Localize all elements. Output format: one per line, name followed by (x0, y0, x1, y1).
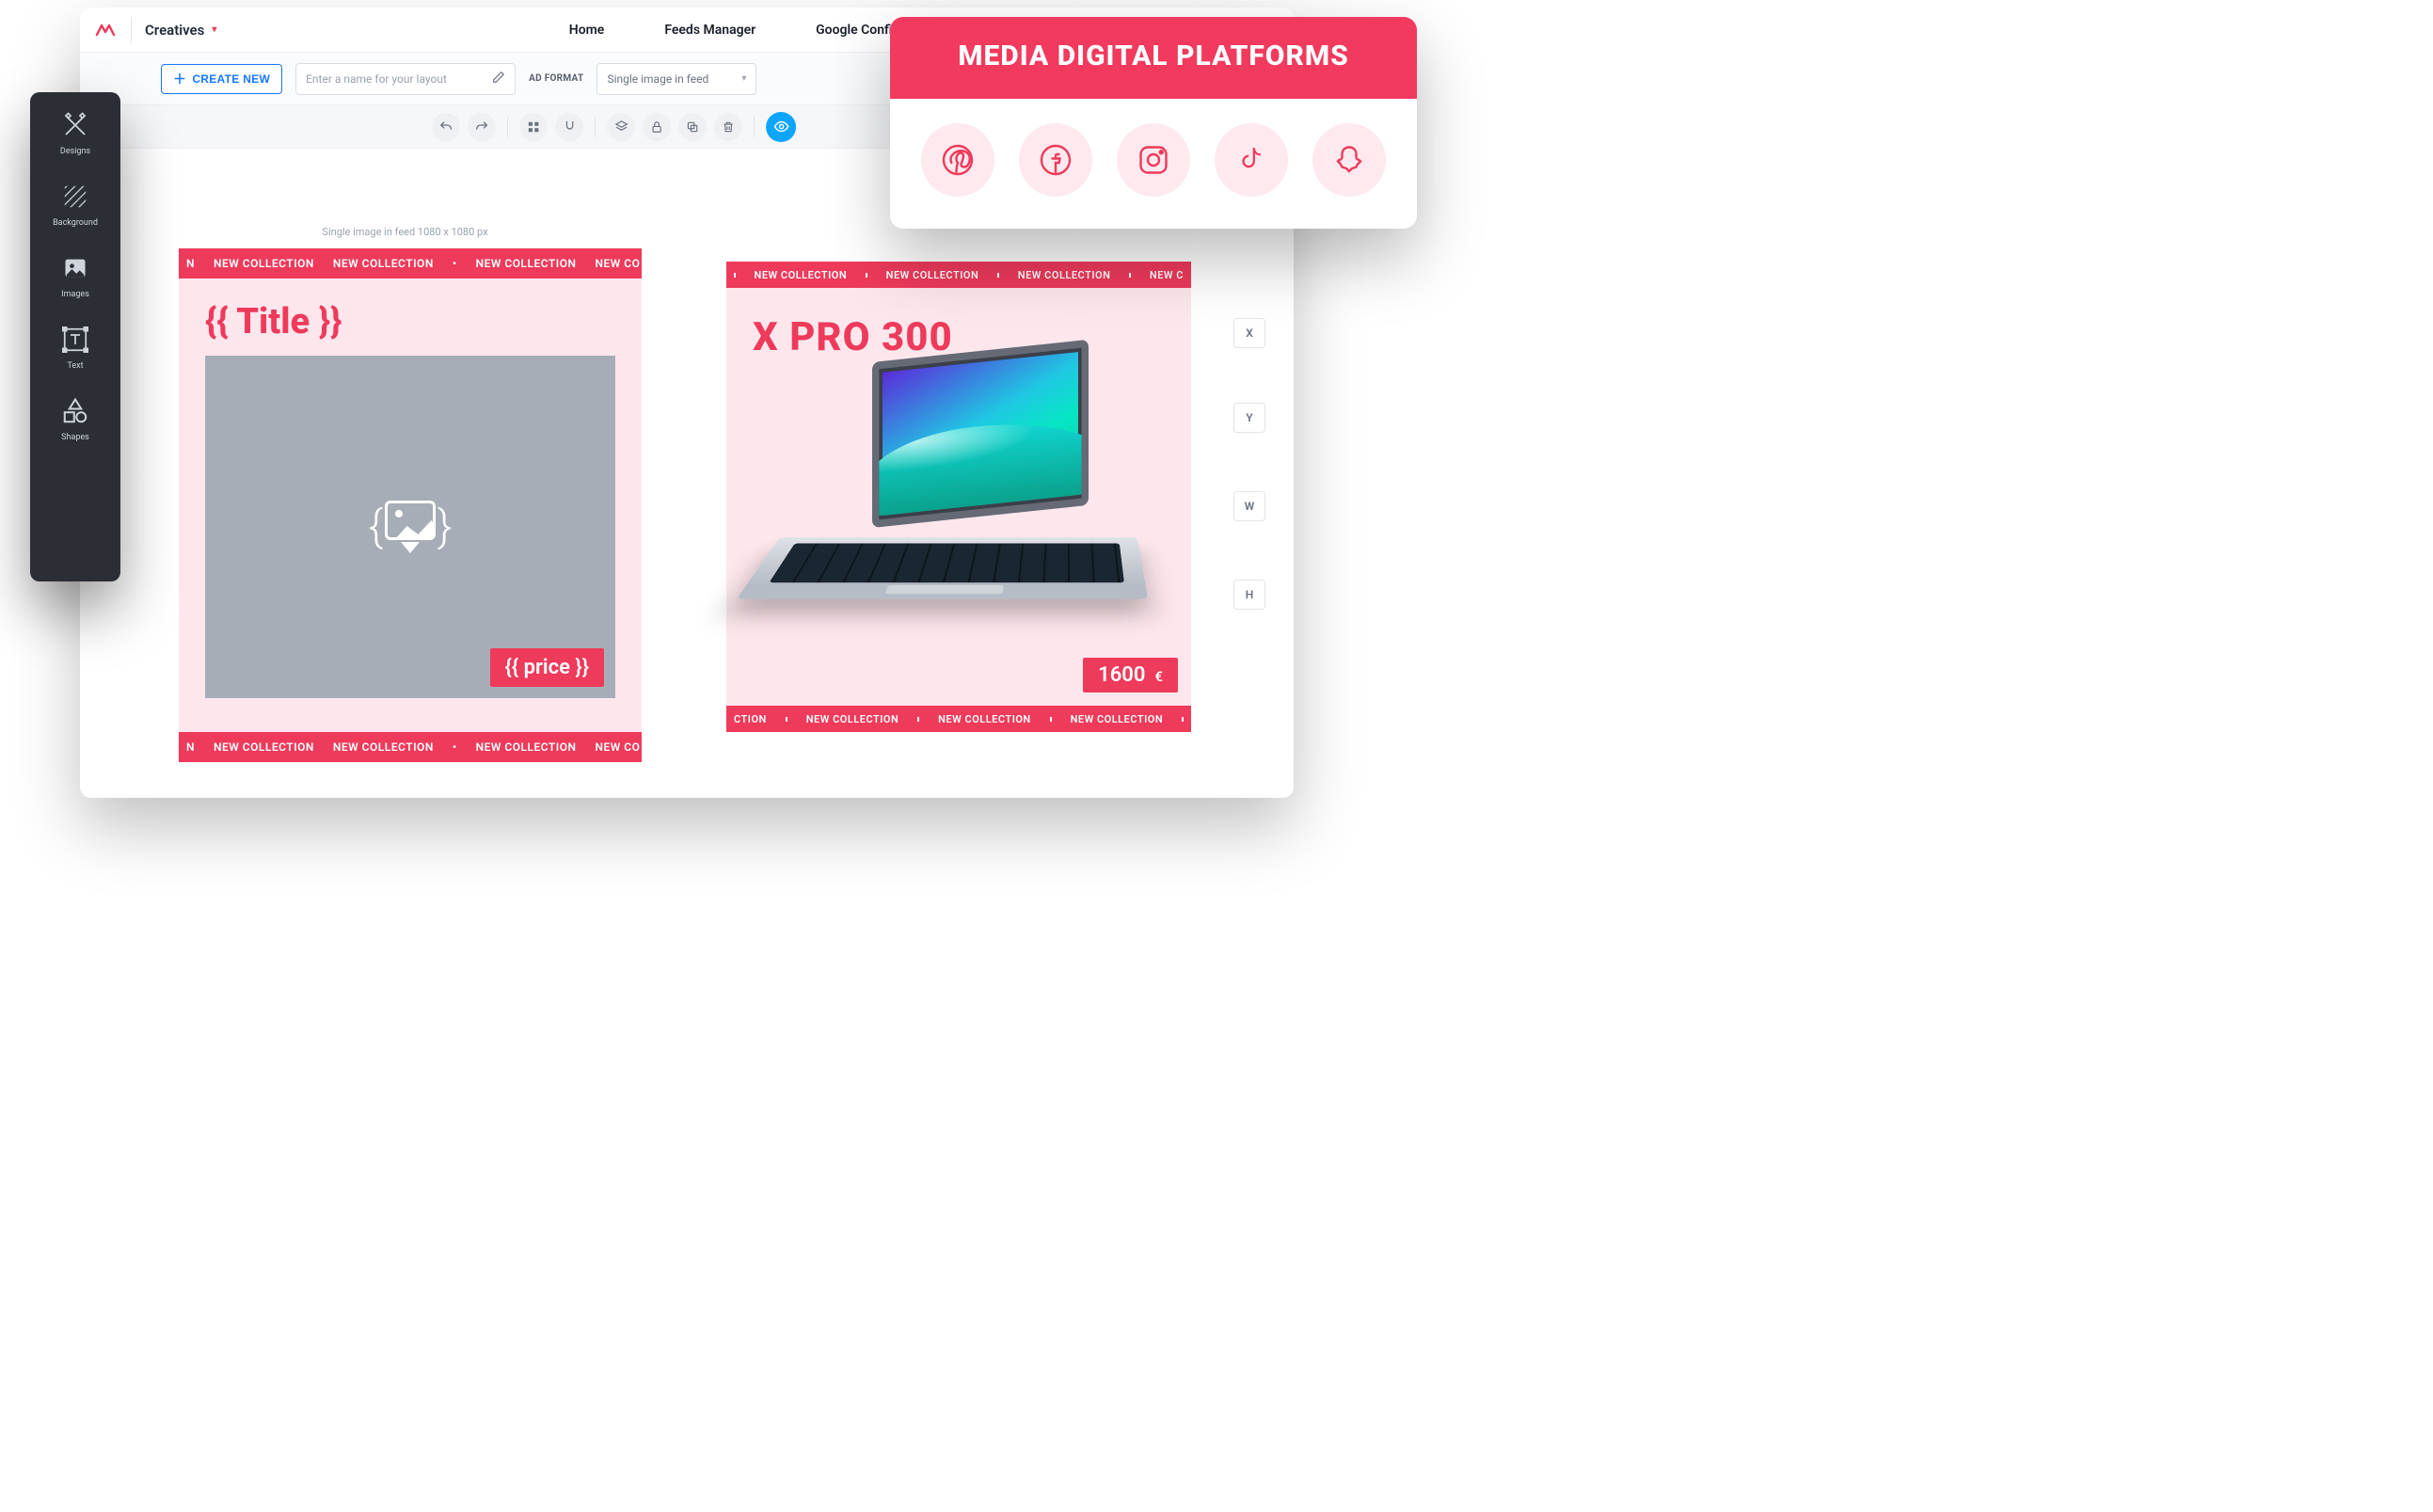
preview-button[interactable] (766, 112, 796, 142)
ticker-segment: NEW COLLECTION (333, 740, 434, 754)
ticker-top: NEW COLLECTION NEW COLLECTION NEW COLLEC… (726, 262, 1191, 288)
ticker-segment: N (186, 257, 195, 270)
create-new-button[interactable]: ＋ CREATE NEW (161, 64, 282, 94)
chevron-down-icon: ▾ (741, 73, 746, 84)
redo-button[interactable] (468, 113, 496, 141)
ticker-segment: NEW COLLECTION (755, 269, 848, 281)
canvas-area: Single image in feed 1080 x 1080 px N NE… (80, 149, 1294, 798)
plus-icon: ＋ (173, 72, 186, 86)
shapes-icon (59, 395, 91, 427)
sidebar-item-label: Images (61, 290, 89, 299)
canvas-size-label: Single image in feed 1080 x 1080 px (322, 226, 487, 238)
sidebar-item-label: Designs (60, 147, 90, 156)
text-icon (59, 324, 91, 356)
chevron-down-icon (401, 542, 420, 553)
pencil-icon (492, 71, 505, 87)
product-price-value: 1600 (1098, 663, 1145, 687)
ticker-segment: NEW C (1150, 269, 1184, 281)
ticker-segment: NEW COLLECTION (214, 740, 314, 754)
sidebar-item-label: Shapes (61, 433, 89, 442)
ticker-segment: NEW COLLECTION (886, 269, 979, 281)
ticker-bottom: N NEW COLLECTION NEW COLLECTION • NEW CO… (179, 732, 642, 762)
layout-name-input[interactable]: Enter a name for your layout (295, 63, 516, 95)
divider (131, 17, 132, 43)
sidebar-item-label: Background (53, 218, 98, 228)
media-platforms-row (890, 99, 1417, 229)
prop-w[interactable]: W (1233, 491, 1265, 521)
ticker-segment: NEW COLLECTION (476, 740, 577, 754)
ticker-segment: NEW COLLECTION (1071, 713, 1164, 725)
sidebar-item-shapes[interactable]: Shapes (30, 395, 120, 442)
tiktok-icon[interactable] (1215, 123, 1288, 197)
snap-button[interactable] (555, 113, 583, 141)
sidebar-item-text[interactable]: Text (30, 324, 120, 371)
product-price-currency: € (1154, 668, 1163, 685)
price-placeholder[interactable]: {{ price }} (490, 648, 604, 687)
ticker-bottom: CTION NEW COLLECTION NEW COLLECTION NEW … (726, 706, 1191, 732)
sidebar-item-background[interactable]: Background (30, 181, 120, 228)
nav-home[interactable]: Home (569, 23, 605, 38)
section-dropdown-label: Creatives (145, 22, 204, 39)
product-preview-card[interactable]: NEW COLLECTION NEW COLLECTION NEW COLLEC… (726, 262, 1191, 732)
prop-y[interactable]: Y (1233, 403, 1265, 433)
sidebar-item-label: Text (67, 361, 83, 371)
template-card[interactable]: N NEW COLLECTION NEW COLLECTION • NEW CO… (179, 248, 642, 762)
layers-button[interactable] (607, 113, 635, 141)
sidebar-item-designs[interactable]: Designs (30, 109, 120, 156)
lock-button[interactable] (643, 113, 671, 141)
sidebar-item-images[interactable]: Images (30, 252, 120, 299)
media-platforms-title: MEDIA DIGITAL PLATFORMS (890, 17, 1417, 99)
grid-button[interactable] (519, 113, 548, 141)
ticker-top: N NEW COLLECTION NEW COLLECTION • NEW CO… (179, 248, 642, 279)
ticker-segment: NEW CO (595, 257, 640, 270)
product-price-tag: 1600 € (1083, 658, 1178, 692)
ticker-segment: NEW COLLECTION (214, 257, 314, 270)
layout-name-placeholder: Enter a name for your layout (306, 72, 447, 86)
create-new-label: CREATE NEW (192, 72, 270, 86)
snapchat-icon[interactable] (1312, 123, 1386, 197)
nav-feeds-manager[interactable]: Feeds Manager (664, 23, 755, 38)
instagram-icon[interactable] (1117, 123, 1190, 197)
background-icon (59, 181, 91, 213)
adformat-value: Single image in feed (607, 72, 708, 86)
prop-x[interactable]: X (1233, 318, 1265, 348)
ticker-segment: N (186, 740, 195, 754)
designs-icon (59, 109, 91, 141)
title-placeholder[interactable]: {{ Title }} (179, 279, 642, 356)
ticker-segment: CTION (734, 713, 767, 725)
adformat-label: AD FORMAT (529, 73, 583, 84)
media-platforms-panel: MEDIA DIGITAL PLATFORMS (890, 17, 1417, 229)
ticker-segment: NEW CO (595, 740, 640, 754)
adformat-select[interactable]: Single image in feed ▾ (596, 63, 756, 95)
undo-button[interactable] (432, 113, 460, 141)
delete-button[interactable] (714, 113, 742, 141)
product-image: 1600 € (726, 368, 1191, 706)
prop-h[interactable]: H (1233, 580, 1265, 610)
ticker-segment: NEW COLLECTION (333, 257, 434, 270)
app-logo (93, 18, 118, 42)
ticker-segment: NEW COLLECTION (1018, 269, 1111, 281)
section-dropdown[interactable]: Creatives ▾ (145, 22, 216, 39)
copy-button[interactable] (678, 113, 707, 141)
ticker-segment: NEW COLLECTION (806, 713, 899, 725)
facebook-icon[interactable] (1019, 123, 1092, 197)
image-placeholder-icon: { } (369, 501, 452, 553)
images-icon (59, 252, 91, 284)
pinterest-icon[interactable] (921, 123, 994, 197)
chevron-down-icon: ▾ (212, 24, 216, 35)
ticker-segment: NEW COLLECTION (476, 257, 577, 270)
tool-sidebar: Designs Background Images Text Shapes (30, 92, 120, 581)
ticker-segment: NEW COLLECTION (938, 713, 1031, 725)
image-placeholder[interactable]: { } {{ price }} (205, 356, 615, 698)
